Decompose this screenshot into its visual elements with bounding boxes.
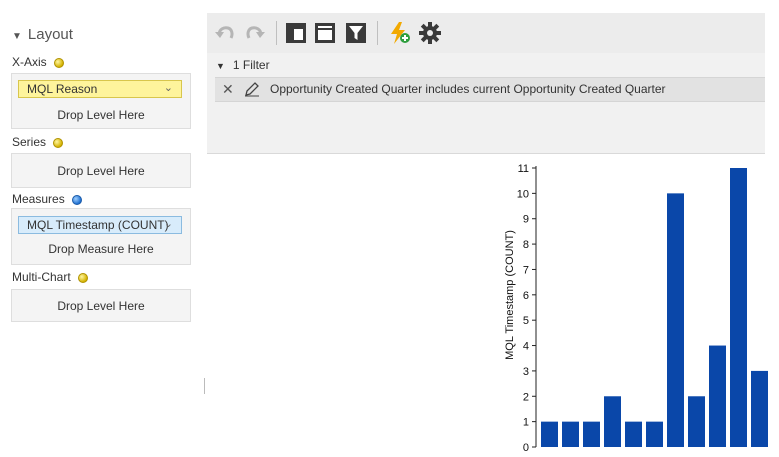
chart-bar[interactable] xyxy=(751,370,768,447)
chart-bar[interactable] xyxy=(667,193,684,447)
y-tick-label: 7 xyxy=(523,264,529,276)
level-indicator-icon xyxy=(53,57,64,68)
y-tick-label: 5 xyxy=(523,315,529,327)
measures-dropzone[interactable]: MQL Timestamp (COUNT) ⌄ Drop Measure Her… xyxy=(11,208,191,265)
level-indicator-icon xyxy=(77,272,88,283)
edit-filter-icon[interactable] xyxy=(244,81,260,102)
bar-chart: MQL Timestamp (COUNT) 0 1 2 3 4 5 6 7 8 9 10 11 xyxy=(495,160,779,454)
remove-filter-icon[interactable]: ✕ xyxy=(222,81,234,98)
y-tick-label: 3 xyxy=(523,366,529,378)
y-axis-label: MQL Timestamp (COUNT) xyxy=(504,230,516,360)
toolbar xyxy=(207,13,765,53)
filter-icon[interactable] xyxy=(344,21,368,45)
panel-splitter[interactable] xyxy=(204,378,205,394)
table-view-icon[interactable] xyxy=(313,21,337,45)
toolbar-separator xyxy=(377,21,378,45)
xaxis-field-label: MQL Reason xyxy=(27,82,98,96)
y-axis: 0 1 2 3 4 5 6 7 8 9 10 11 xyxy=(517,163,537,454)
settings-gear-icon[interactable] xyxy=(418,21,442,45)
chart-bar[interactable] xyxy=(730,168,747,447)
layout-title: Layout xyxy=(27,26,73,43)
layout-panel-icon[interactable] xyxy=(284,21,308,45)
chart-bar[interactable] xyxy=(646,421,663,447)
xaxis-section-label: X-Axis xyxy=(12,55,64,69)
filter-count-label: 1 Filter xyxy=(232,58,270,72)
bar-chart-svg: MQL Timestamp (COUNT) 0 1 2 3 4 5 6 7 8 9 10 11 xyxy=(504,163,768,454)
series-drop-hint: Drop Level Here xyxy=(57,164,145,178)
collapse-caret-icon[interactable]: ▼ xyxy=(216,61,225,71)
filter-panel: ▼ 1 Filter ✕ Opportunity Created Quarter … xyxy=(207,53,765,154)
y-tick-label: 0 xyxy=(523,442,529,452)
redo-icon[interactable] xyxy=(243,21,267,45)
chevron-down-icon[interactable]: ⌄ xyxy=(164,81,173,94)
y-tick-label: 2 xyxy=(523,391,529,403)
layout-panel: ▼ Layout X-Axis MQL Reason ⌄ Drop Level H… xyxy=(0,0,202,452)
multichart-section-label: Multi-Chart xyxy=(12,270,88,284)
y-tick-label: 11 xyxy=(518,163,529,175)
chart-bar[interactable] xyxy=(604,396,621,447)
chart-bar[interactable] xyxy=(583,421,600,447)
series-dropzone[interactable]: Drop Level Here xyxy=(11,153,191,188)
chart-bar[interactable] xyxy=(562,421,579,447)
measure-indicator-icon xyxy=(71,194,82,205)
series-section-label: Series xyxy=(12,135,64,149)
chart-bar[interactable] xyxy=(688,396,705,447)
collapse-caret-icon[interactable]: ▼ xyxy=(12,31,22,42)
y-tick-label: 10 xyxy=(517,188,529,200)
bars-group xyxy=(541,168,768,447)
measures-drop-hint: Drop Measure Here xyxy=(48,242,154,256)
measures-field-chip[interactable]: MQL Timestamp (COUNT) ⌄ xyxy=(18,216,182,234)
y-tick-label: 1 xyxy=(523,417,529,429)
xaxis-field-chip[interactable]: MQL Reason ⌄ xyxy=(18,80,182,98)
layout-header[interactable]: ▼ Layout xyxy=(12,26,73,43)
filter-row[interactable]: ✕ Opportunity Created Quarter includes c… xyxy=(215,77,765,102)
multichart-drop-hint: Drop Level Here xyxy=(57,299,145,313)
chart-bar[interactable] xyxy=(709,345,726,447)
add-lightning-icon[interactable] xyxy=(388,21,412,45)
measures-field-label: MQL Timestamp (COUNT) xyxy=(27,218,169,232)
y-tick-label: 4 xyxy=(523,341,529,353)
chevron-down-icon[interactable]: ⌄ xyxy=(164,217,173,230)
toolbar-separator xyxy=(276,21,277,45)
y-tick-label: 6 xyxy=(523,290,529,302)
chart-bar[interactable] xyxy=(625,421,642,447)
xaxis-dropzone[interactable]: MQL Reason ⌄ Drop Level Here xyxy=(11,73,191,129)
level-indicator-icon xyxy=(53,137,64,148)
multichart-dropzone[interactable]: Drop Level Here xyxy=(11,289,191,322)
y-tick-label: 9 xyxy=(523,214,529,226)
chart-bar[interactable] xyxy=(541,421,558,447)
filter-header[interactable]: ▼ 1 Filter xyxy=(216,58,270,72)
y-tick-label: 8 xyxy=(523,239,529,251)
measures-section-label: Measures xyxy=(12,192,82,206)
xaxis-drop-hint: Drop Level Here xyxy=(57,108,145,122)
filter-description: Opportunity Created Quarter includes cur… xyxy=(270,82,666,96)
undo-icon[interactable] xyxy=(213,21,237,45)
